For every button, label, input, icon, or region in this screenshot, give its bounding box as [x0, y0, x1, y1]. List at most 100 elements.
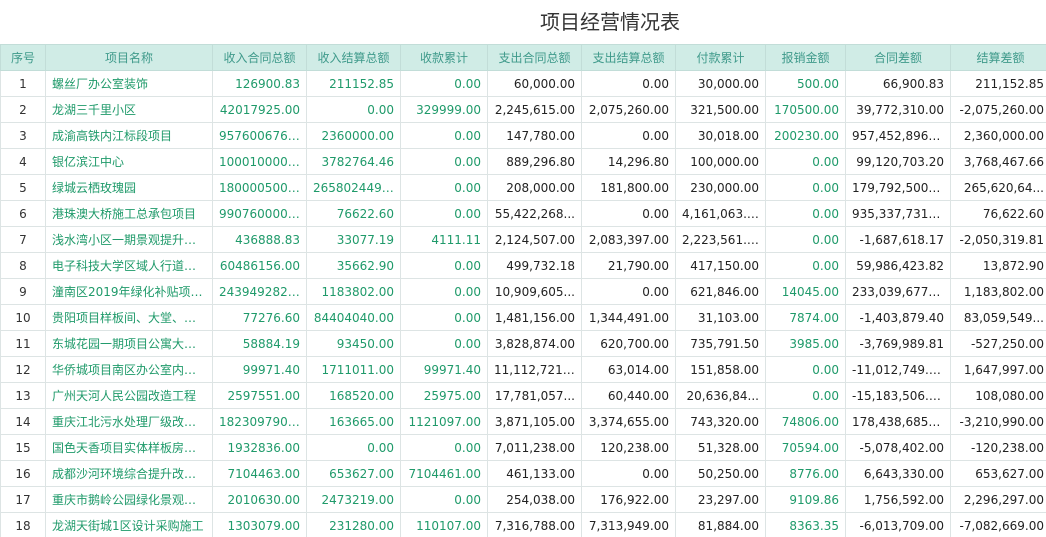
table-cell: 3,871,105.00 [487, 408, 582, 435]
column-header[interactable]: 结算差额 [950, 44, 1046, 71]
table-row[interactable]: 8 电子科技大学区域人行道及非 60486156.00 35662.90 0.00 499… [0, 252, 1046, 279]
table-cell: 3,374,655.00 [581, 408, 676, 435]
column-header[interactable]: 序号 [0, 44, 46, 71]
table-cell: 0.00 [400, 174, 488, 201]
table-cell: 1121097.00 [400, 408, 488, 435]
project-name-link[interactable]: 浅水湾小区一期景观提升工程 [45, 226, 213, 253]
table-row[interactable]: 1 螺丝厂办公室装饰 126900.83 211152.85 0.00 60,000.00… [0, 70, 1046, 97]
table-cell: 100010000.00 [212, 148, 307, 175]
table-cell: 21,790.00 [581, 252, 676, 279]
project-name-link[interactable]: 国色天香项目实体样板房区域 [45, 434, 213, 461]
table-cell: 1,647,997.00 [950, 356, 1046, 383]
column-header[interactable]: 支出结算总额 [581, 44, 676, 71]
project-name-link[interactable]: 龙湖三千里小区 [45, 96, 213, 123]
table-cell: 7104461.00 [400, 460, 488, 487]
table-row[interactable]: 2 龙湖三千里小区 42017925.00 0.00 329999.00 2,245,61… [0, 96, 1046, 123]
table-cell: 208,000.00 [487, 174, 582, 201]
table-cell: 2473219.00 [306, 486, 401, 513]
project-name-link[interactable]: 华侨城项目南区办公室内装修 [45, 356, 213, 383]
column-header[interactable]: 收入合同总额 [212, 44, 307, 71]
table-cell: 621,846.00 [675, 278, 766, 305]
table-cell: 1711011.00 [306, 356, 401, 383]
column-header[interactable]: 报销金额 [765, 44, 846, 71]
project-table: 序号 项目名称 收入合同总额 收入结算总额 收款累计 支出合同总额 支出结算总额 付款累计 报销… [0, 44, 1046, 537]
table-row[interactable]: 13 广州天河人民公园改造工程 2597551.00 168520.00 25975.0… [0, 382, 1046, 409]
table-cell: 935,337,731.79 [845, 200, 951, 227]
table-row[interactable]: 6 港珠澳大桥施工总承包项目 990760000.00 76622.60 0.00 55,… [0, 200, 1046, 227]
table-row[interactable]: 7 浅水湾小区一期景观提升工程 436888.83 33077.19 4111.11 2,… [0, 226, 1046, 253]
project-name-link[interactable]: 龙湖天街城1区设计采购施工 [45, 512, 213, 537]
project-name-link[interactable]: 重庆市鹅岭公园绿化景观提升 [45, 486, 213, 513]
column-header[interactable]: 收入结算总额 [306, 44, 401, 71]
table-cell: 0.00 [400, 122, 488, 149]
table-cell: 0.00 [765, 356, 846, 383]
table-row[interactable]: 15 国色天香项目实体样板房区域 1932836.00 0.00 0.00 7,011,2… [0, 434, 1046, 461]
project-name-link[interactable]: 东城花园一期项目公寓大堂 装 [45, 330, 213, 357]
table-cell: 499,732.18 [487, 252, 582, 279]
table-cell: 170500.00 [765, 96, 846, 123]
table-cell: 1303079.00 [212, 512, 307, 537]
table-row[interactable]: 4 银亿滨江中心 100010000.00 3782764.46 0.00 889,296… [0, 148, 1046, 175]
table-cell: 42017925.00 [212, 96, 307, 123]
row-index: 2 [0, 96, 46, 123]
project-name-link[interactable]: 潼南区2019年绿化补贴项目-数 [45, 278, 213, 305]
table-cell: 230,000.00 [675, 174, 766, 201]
project-name-link[interactable]: 螺丝厂办公室装饰 [45, 70, 213, 97]
table-row[interactable]: 10 贵阳项目样板间、大堂、电梯 77276.60 84404040.00 0.00 1,… [0, 304, 1046, 331]
table-cell: 233,039,677.04 [845, 278, 951, 305]
table-row[interactable]: 17 重庆市鹅岭公园绿化景观提升 2010630.00 2473219.00 0.00 2… [0, 486, 1046, 513]
table-cell: 9109.86 [765, 486, 846, 513]
project-name-link[interactable]: 港珠澳大桥施工总承包项目 [45, 200, 213, 227]
table-cell: 0.00 [765, 200, 846, 227]
table-cell: 500.00 [765, 70, 846, 97]
table-cell: 0.00 [765, 174, 846, 201]
table-row[interactable]: 11 东城花园一期项目公寓大堂 装 58884.19 93450.00 0.00 3,82… [0, 330, 1046, 357]
project-name-link[interactable]: 广州天河人民公园改造工程 [45, 382, 213, 409]
table-cell: 63,014.00 [581, 356, 676, 383]
table-row[interactable]: 16 成都沙河环境综合提升改造运 7104463.00 653627.00 710446… [0, 460, 1046, 487]
table-cell: 957600676.00 [212, 122, 307, 149]
table-cell: 7874.00 [765, 304, 846, 331]
column-header[interactable]: 项目名称 [45, 44, 213, 71]
table-cell: 39,772,310.00 [845, 96, 951, 123]
table-cell: 23,297.00 [675, 486, 766, 513]
project-name-link[interactable]: 银亿滨江中心 [45, 148, 213, 175]
table-cell: 1,481,156.00 [487, 304, 582, 331]
row-index: 7 [0, 226, 46, 253]
table-cell: 620,700.00 [581, 330, 676, 357]
table-row[interactable]: 14 重庆江北污水处理厂级改造工 182309790.00 163665.00 1121… [0, 408, 1046, 435]
column-header[interactable]: 合同差额 [845, 44, 951, 71]
row-index: 1 [0, 70, 46, 97]
row-index: 18 [0, 512, 46, 537]
table-row[interactable]: 5 绿城云栖玫瑰园 180000500.00 265802449.96 0.00 208,… [0, 174, 1046, 201]
table-cell: -3,769,989.81 [845, 330, 951, 357]
table-row[interactable]: 3 成渝高铁内江标段项目 957600676.00 2360000.00 0.00 147… [0, 122, 1046, 149]
table-row[interactable]: 18 龙湖天街城1区设计采购施工 1303079.00 231280.00 110107… [0, 512, 1046, 537]
project-name-link[interactable]: 成渝高铁内江标段项目 [45, 122, 213, 149]
project-name-link[interactable]: 绿城云栖玫瑰园 [45, 174, 213, 201]
table-cell: 59,986,423.82 [845, 252, 951, 279]
project-name-link[interactable]: 成都沙河环境综合提升改造运 [45, 460, 213, 487]
column-header[interactable]: 支出合同总额 [487, 44, 582, 71]
table-cell: 2597551.00 [212, 382, 307, 409]
table-cell: 2,360,000.00 [950, 122, 1046, 149]
table-cell: 3,768,467.66 [950, 148, 1046, 175]
project-name-link[interactable]: 重庆江北污水处理厂级改造工 [45, 408, 213, 435]
table-row[interactable]: 12 华侨城项目南区办公室内装修 99971.40 1711011.00 99971.4… [0, 356, 1046, 383]
project-name-link[interactable]: 贵阳项目样板间、大堂、电梯 [45, 304, 213, 331]
table-cell: 33077.19 [306, 226, 401, 253]
column-header[interactable]: 付款累计 [675, 44, 766, 71]
table-row[interactable]: 9 潼南区2019年绿化补贴项目-数 243949282.04 1183802.00 0… [0, 278, 1046, 305]
table-cell: 35662.90 [306, 252, 401, 279]
row-index: 13 [0, 382, 46, 409]
column-header[interactable]: 收款累计 [400, 44, 488, 71]
table-cell: 0.00 [400, 70, 488, 97]
table-cell: 3782764.46 [306, 148, 401, 175]
table-cell: -11,012,749.60 [845, 356, 951, 383]
project-name-link[interactable]: 电子科技大学区域人行道及非 [45, 252, 213, 279]
table-cell: 2,245,615.00 [487, 96, 582, 123]
table-cell: 0.00 [400, 304, 488, 331]
table-cell: 120,238.00 [581, 434, 676, 461]
row-index: 9 [0, 278, 46, 305]
table-cell: 243949282.04 [212, 278, 307, 305]
